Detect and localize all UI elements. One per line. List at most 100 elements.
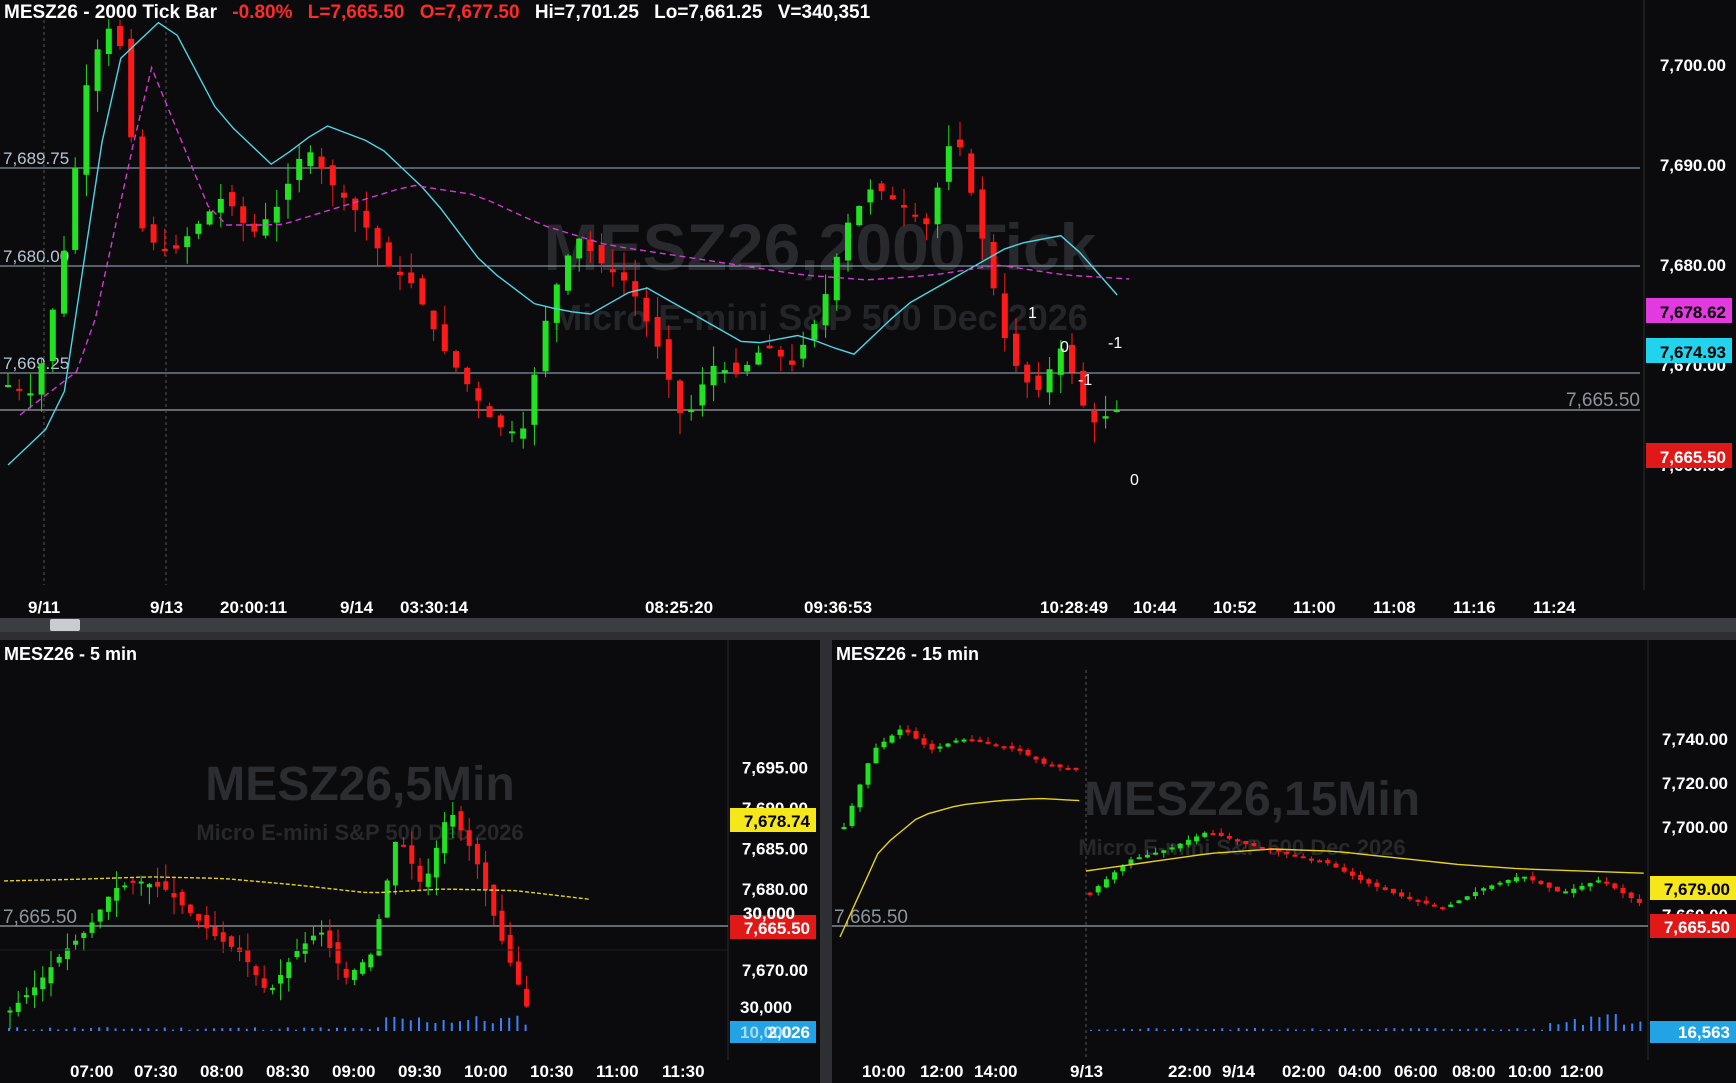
five-min-candle — [474, 843, 480, 865]
volume-bar — [1319, 1029, 1322, 1031]
yellow-ma-price-badge: 7,679.00 — [1664, 880, 1730, 899]
fifteen-min-chart-panel[interactable]: MESZ26,15Min Micro E-mini S&P 500 Dec 202… — [832, 640, 1736, 1083]
time-axis-label: 20:00:11 — [220, 598, 287, 617]
main-chart-candle — [195, 223, 202, 234]
main-chart-candle — [755, 352, 762, 365]
five-min-candle — [319, 932, 325, 935]
main-chart-candle — [385, 242, 392, 267]
five-min-candle — [179, 891, 185, 906]
volume-bar — [1582, 1024, 1584, 1031]
five-min-candle — [401, 844, 407, 847]
volume-bar — [1532, 1028, 1535, 1031]
five-min-candle — [425, 873, 431, 887]
main-chart-candle — [889, 195, 896, 200]
volume-bar — [1590, 1016, 1593, 1031]
fifteen-min-late-candle — [1374, 882, 1380, 887]
volume-bar — [1196, 1028, 1199, 1031]
main-chart-candle — [464, 367, 471, 385]
fifteen-min-late-candle — [1636, 898, 1642, 903]
fifteen-min-late-candle — [1243, 840, 1249, 845]
fifteen-min-late-candle — [1431, 904, 1437, 907]
wave-count-label: 0 — [1130, 472, 1139, 489]
five-min-candle — [433, 847, 439, 878]
main-chart-scroll-thumb[interactable] — [50, 619, 80, 631]
time-axis-label: 9/14 — [340, 598, 374, 617]
fifteen-min-late-candle — [1202, 832, 1208, 837]
main-chart-candle — [1091, 410, 1098, 423]
five-min-chart[interactable]: MESZ26,5Min Micro E-mini S&P 500 Dec 2026… — [0, 640, 820, 1083]
main-chart-candle — [105, 28, 112, 55]
fifteen-min-early-candle — [1073, 767, 1079, 770]
main-chart-candle — [565, 255, 571, 291]
fifteen-min-late-candle — [1612, 883, 1618, 889]
five-min-candle — [245, 949, 251, 963]
volume-bar — [1524, 1029, 1527, 1031]
fifteen-min-early-candle — [857, 784, 863, 808]
main-chart-candle — [1069, 344, 1075, 373]
main-chart-candle — [576, 238, 583, 259]
fifteen-min-early-candle — [1049, 764, 1055, 767]
time-axis-label: 07:30 — [134, 1062, 177, 1081]
fifteen-min-late-candle — [1366, 879, 1372, 884]
time-axis-label: 10:52 — [1213, 598, 1256, 617]
volume-bar — [1385, 1028, 1388, 1031]
time-axis-label: 9/13 — [150, 598, 183, 617]
main-chart-volume: V=340,351 — [777, 2, 871, 23]
five-min-candle — [302, 943, 308, 954]
main-chart-candle — [968, 153, 975, 193]
main-tick-chart[interactable]: MESZ26,2000TickMicro E-mini S&P 500 Dec … — [0, 0, 1736, 618]
volume-bar — [516, 1015, 519, 1031]
volume-bar — [336, 1027, 338, 1031]
volume-bar — [1139, 1029, 1142, 1031]
main-chart-candle — [94, 49, 101, 91]
vertical-panel-divider[interactable] — [820, 640, 832, 1083]
main-chart-candle — [710, 365, 717, 386]
fifteen-min-early-candle — [1017, 748, 1023, 752]
volume-bar — [1614, 1014, 1617, 1031]
time-axis-label: 09:30 — [398, 1062, 441, 1081]
main-chart-candle — [677, 380, 683, 413]
main-chart-candle — [990, 241, 997, 289]
main-chart-candle — [553, 284, 560, 323]
five-min-watermark-title: MESZ26,5Min — [205, 758, 514, 811]
main-chart-candle — [822, 294, 829, 326]
five-min-candle — [220, 932, 226, 942]
fifteen-min-early-candle — [937, 746, 943, 749]
main-chart-candle — [1001, 293, 1008, 339]
main-chart-candle — [609, 269, 616, 273]
time-axis-label: 10:28:49 — [1040, 598, 1108, 617]
main-chart-candle — [1024, 364, 1031, 383]
volume-bar — [1623, 1024, 1625, 1031]
panel-divider[interactable] — [0, 632, 1736, 640]
main-chart-candle — [520, 428, 527, 439]
main-chart-candle — [27, 393, 34, 396]
five-min-candle — [417, 865, 423, 882]
time-axis-label: 11:00 — [596, 1062, 639, 1081]
main-chart-candle — [307, 152, 314, 167]
five-min-candle — [105, 896, 111, 912]
volume-bar — [147, 1028, 150, 1031]
volume-badge: 16,563 — [1678, 1023, 1730, 1042]
fifteen-min-chart[interactable]: MESZ26,15Min Micro E-mini S&P 500 Dec 202… — [832, 640, 1736, 1083]
five-min-candle — [23, 995, 29, 998]
fifteen-min-late-candle — [1538, 880, 1544, 885]
five-min-chart-title: MESZ26 - 5 min — [4, 644, 138, 664]
volume-bar — [303, 1027, 306, 1031]
main-chart-low: Lo=7,661.25 — [654, 2, 763, 23]
main-tick-chart-panel[interactable]: MESZ26,2000Tick Micro E-mini S&P 500 Dec … — [0, 0, 1736, 618]
volume-bar — [221, 1028, 224, 1031]
fifteen-min-early-candle — [921, 738, 927, 745]
five-min-chart-panel[interactable]: MESZ26,5Min Micro E-mini S&P 500 Dec 2026… — [0, 640, 820, 1083]
volume-bar — [1418, 1028, 1420, 1031]
volume-bar — [475, 1016, 478, 1031]
main-chart-scrollbar[interactable] — [0, 618, 1736, 632]
level-line-label: 7,689.75 — [3, 149, 69, 168]
fifteen-min-late-candle — [1579, 885, 1585, 890]
fifteen-min-late-candle — [1464, 896, 1470, 900]
main-chart-candle — [128, 38, 135, 138]
main-chart-candle — [161, 248, 168, 251]
five-min-candle — [294, 951, 300, 958]
main-chart-candle — [285, 183, 291, 200]
main-chart-candle — [329, 165, 336, 186]
five-min-candle — [81, 932, 87, 938]
